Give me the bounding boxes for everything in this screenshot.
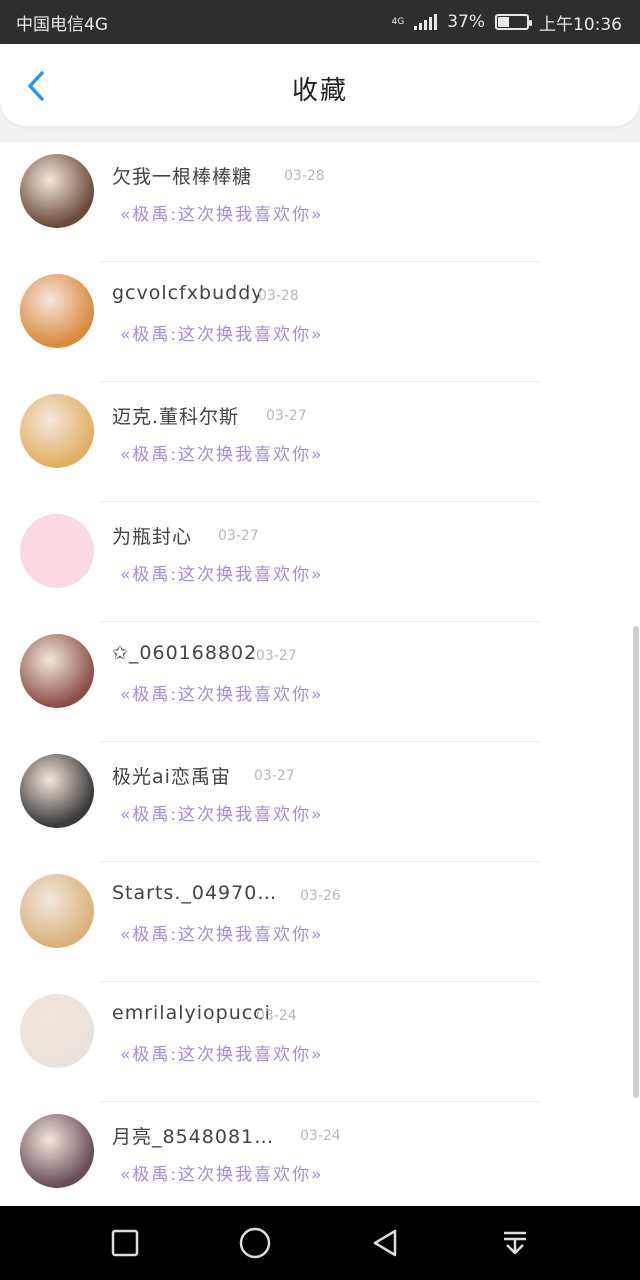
avatar[interactable] [20, 514, 94, 588]
item-name: 为瓶封心 [112, 526, 193, 548]
avatar[interactable] [20, 754, 94, 828]
clock: 上午10:36 [539, 14, 622, 35]
favorite-item[interactable]: 为瓶封心 03-27 «极禹:这次换我喜欢你» [0, 502, 640, 622]
item-message[interactable]: «极禹:这次换我喜欢你» [120, 1040, 324, 1065]
item-date: 03-24 [300, 1128, 341, 1144]
item-name: 欠我一根棒棒糖 [112, 166, 253, 188]
network-type-icon: 4G [391, 16, 405, 27]
page-title: 收藏 [291, 76, 348, 106]
battery-icon: ⚡ [495, 14, 532, 30]
item-name: 极光ai恋禹宙 [112, 766, 231, 788]
item-name: 迈克.董科尔斯 [112, 406, 240, 428]
favorite-item[interactable]: 欠我一根棒棒糖 03-28 «极禹:这次换我喜欢你» [0, 142, 640, 262]
scrollbar[interactable] [633, 626, 639, 1098]
item-message[interactable]: «极禹:这次换我喜欢你» [120, 920, 324, 945]
favorites-list: 欠我一根棒棒糖 03-28 «极禹:这次换我喜欢你» gcvolcfxbuddy 03-… [0, 142, 640, 1222]
avatar[interactable] [20, 394, 94, 468]
header: 收藏 [0, 44, 640, 126]
item-date: 03-28 [258, 288, 299, 304]
item-name: gcvolcfxbuddy [112, 282, 264, 304]
avatar[interactable] [20, 634, 94, 708]
item-date: 03-27 [266, 408, 307, 424]
avatar[interactable] [20, 874, 94, 948]
item-name: Starts._0497015… [112, 882, 282, 904]
favorite-item[interactable]: ✩_060168802 03-27 «极禹:这次换我喜欢你» [0, 622, 640, 742]
back-nav-button[interactable] [360, 1218, 410, 1268]
favorite-item[interactable]: 迈克.董科尔斯 03-27 «极禹:这次换我喜欢你» [0, 382, 640, 502]
home-button[interactable] [230, 1218, 280, 1268]
favorite-item[interactable]: emrilalyiopucci 03-24 «极禹:这次换我喜欢你» [0, 982, 640, 1102]
item-message[interactable]: «极禹:这次换我喜欢你» [120, 1160, 324, 1185]
recent-apps-button[interactable] [100, 1218, 150, 1268]
avatar[interactable] [20, 1114, 94, 1188]
item-name: 月亮_854808157… [112, 1126, 282, 1148]
item-message[interactable]: «极禹:这次换我喜欢你» [120, 200, 324, 225]
square-icon [111, 1229, 139, 1257]
carrier-label: 中国电信4G [16, 14, 108, 35]
item-date: 03-27 [256, 648, 297, 664]
item-date: 03-27 [254, 768, 295, 784]
status-bar: 中国电信4G 4G 37% ⚡ 上午10:36 [0, 0, 640, 44]
item-message[interactable]: «极禹:这次换我喜欢你» [120, 800, 324, 825]
battery-percent: 37% [447, 12, 485, 32]
favorite-item[interactable]: gcvolcfxbuddy 03-28 «极禹:这次换我喜欢你» [0, 262, 640, 382]
favorite-item[interactable]: 极光ai恋禹宙 03-27 «极禹:这次换我喜欢你» [0, 742, 640, 862]
item-message[interactable]: «极禹:这次换我喜欢你» [120, 680, 324, 705]
header-area: 收藏 [0, 44, 640, 142]
favorite-item[interactable]: Starts._0497015… 03-26 «极禹:这次换我喜欢你» [0, 862, 640, 982]
item-message[interactable]: «极禹:这次换我喜欢你» [120, 440, 324, 465]
item-name: emrilalyiopucci [112, 1002, 271, 1024]
notification-button[interactable] [490, 1218, 540, 1268]
triangle-back-icon [373, 1229, 397, 1257]
item-message[interactable]: «极禹:这次换我喜欢你» [120, 320, 324, 345]
favorite-item[interactable]: 月亮_854808157… 03-24 «极禹:这次换我喜欢你» [0, 1102, 640, 1222]
item-message[interactable]: «极禹:这次换我喜欢你» [120, 560, 324, 585]
avatar[interactable] [20, 274, 94, 348]
status-right-group: 4G 37% ⚡ 上午10:36 [392, 10, 623, 35]
notification-pull-down-icon [504, 1231, 526, 1255]
item-date: 03-28 [284, 168, 325, 184]
item-date: 03-26 [300, 888, 341, 904]
avatar[interactable] [20, 154, 94, 228]
item-date: 03-27 [218, 528, 259, 544]
item-name: ✩_060168802 [112, 642, 258, 664]
signal-icon [414, 14, 438, 30]
system-nav-bar [0, 1206, 640, 1280]
item-date: 03-24 [256, 1008, 297, 1024]
avatar[interactable] [20, 994, 94, 1068]
circle-home-icon [239, 1227, 271, 1259]
